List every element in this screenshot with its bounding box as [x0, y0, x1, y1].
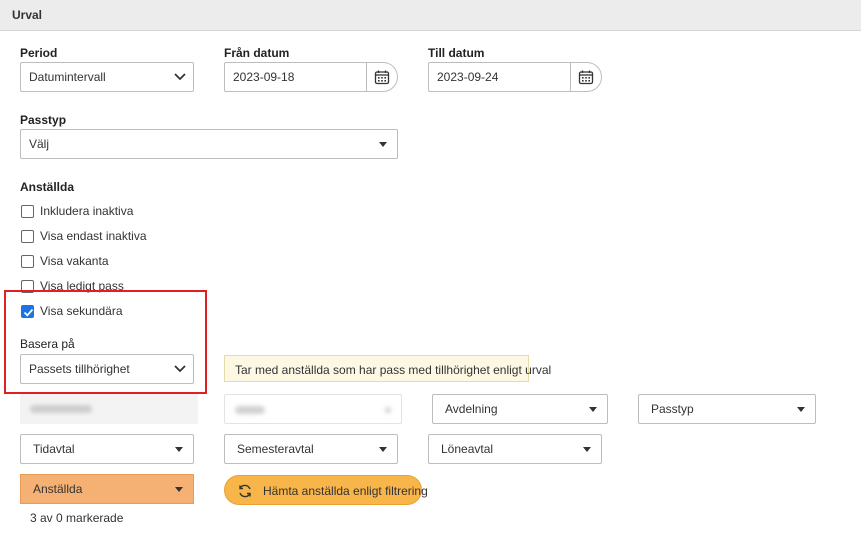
- caret-down-icon: [175, 487, 183, 492]
- show-vacant-label[interactable]: Visa vakanta: [40, 254, 109, 268]
- from-date-label: Från datum: [224, 46, 290, 60]
- to-date-label: Till datum: [428, 46, 485, 60]
- calendar-icon: [374, 70, 390, 85]
- caret-down-icon: [797, 407, 805, 412]
- caret-down-icon: [379, 447, 387, 452]
- fetch-employees-button[interactable]: Hämta anställda enligt filtrering: [224, 475, 428, 505]
- include-inactive-label[interactable]: Inkludera inaktiva: [40, 204, 133, 218]
- employees-select[interactable]: Anställda: [20, 474, 194, 504]
- vacation-agreement-value: Semesteravtal: [237, 442, 314, 456]
- blurred-text: [235, 406, 265, 414]
- blurred-text: [30, 405, 92, 413]
- from-date-input[interactable]: 2023-09-18: [224, 62, 398, 92]
- time-agreement-select[interactable]: Tidavtal: [20, 434, 194, 464]
- vacation-agreement-select[interactable]: Semesteravtal: [224, 434, 398, 464]
- blurred-icon: [385, 407, 391, 413]
- info-text: Tar med anställda som har pass med tillh…: [235, 363, 552, 377]
- period-label: Period: [20, 46, 58, 60]
- blurred-field-1[interactable]: [20, 394, 198, 424]
- to-date-value: 2023-09-24: [437, 70, 499, 84]
- employees-select-value: Anställda: [33, 482, 83, 496]
- chevron-down-icon: [174, 73, 186, 81]
- caret-down-icon: [583, 447, 591, 452]
- info-notice: Tar med anställda som har pass med tillh…: [224, 355, 551, 382]
- from-date-value: 2023-09-18: [233, 70, 295, 84]
- only-inactive-checkbox[interactable]: [21, 230, 34, 243]
- to-date-input[interactable]: 2023-09-24: [428, 62, 602, 92]
- pass-type-value: Välj: [29, 137, 50, 151]
- from-date-calendar-button[interactable]: [366, 63, 397, 91]
- pass-type-label: Passtyp: [20, 113, 67, 127]
- caret-down-icon: [175, 447, 183, 452]
- filter-pass-type-select[interactable]: Passtyp: [638, 394, 816, 424]
- panel-header: Urval: [0, 0, 861, 31]
- show-vacant-checkbox[interactable]: [21, 255, 34, 268]
- filter-pass-type-value: Passtyp: [651, 402, 694, 416]
- caret-down-icon: [589, 407, 597, 412]
- period-value: Datumintervall: [29, 70, 106, 84]
- period-select[interactable]: Datumintervall: [20, 62, 194, 92]
- fetch-employees-label: Hämta anställda enligt filtrering: [263, 484, 428, 498]
- department-select[interactable]: Avdelning: [432, 394, 608, 424]
- pass-type-select[interactable]: Välj: [20, 129, 398, 159]
- highlight-box: [4, 290, 207, 394]
- only-inactive-label[interactable]: Visa endast inaktiva: [40, 229, 147, 243]
- employees-label: Anställda: [20, 180, 75, 194]
- salary-agreement-value: Löneavtal: [441, 442, 494, 456]
- salary-agreement-select[interactable]: Löneavtal: [428, 434, 602, 464]
- to-date-calendar-button[interactable]: [570, 63, 601, 91]
- time-agreement-value: Tidavtal: [33, 442, 75, 456]
- panel-title: Urval: [12, 8, 43, 22]
- calendar-icon: [578, 70, 594, 85]
- caret-down-icon: [379, 142, 387, 147]
- refresh-icon: [239, 484, 251, 498]
- selected-count: 3 av 0 markerade: [30, 511, 124, 525]
- include-inactive-checkbox[interactable]: [21, 205, 34, 218]
- department-value: Avdelning: [445, 402, 498, 416]
- blurred-field-2[interactable]: [224, 394, 402, 424]
